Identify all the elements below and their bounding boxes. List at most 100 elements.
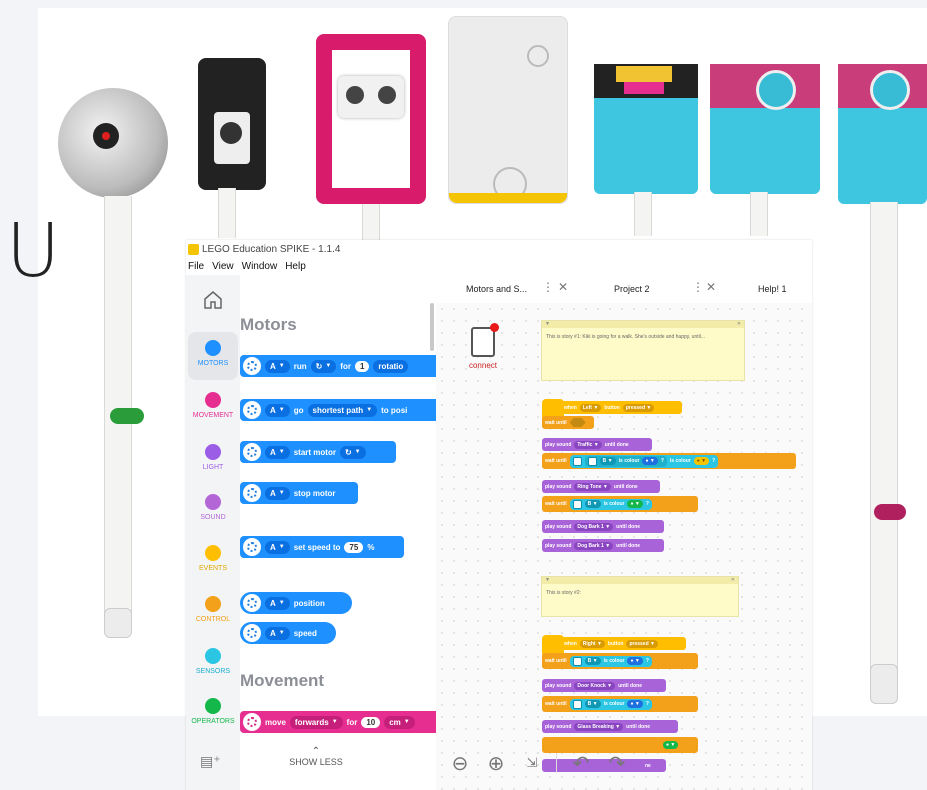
colour-dropdown[interactable]: ● ▼ — [627, 700, 643, 708]
menu-window[interactable]: Window — [242, 261, 278, 272]
play-sound-block[interactable]: play sound Dog Bark 1 ▼ until done — [542, 520, 664, 533]
category-sound[interactable]: SOUND — [186, 486, 240, 534]
port-dropdown[interactable]: A ▼ — [265, 403, 290, 417]
menu-help[interactable]: Help — [285, 261, 306, 272]
sensor-condition[interactable]: B ▼ is colour ● ▼ ? — [569, 655, 652, 667]
set-speed-block[interactable]: A ▼ set speed to 75 % — [240, 536, 404, 558]
wait-until-block[interactable]: wait until B ▼ is colour ● ▼ ? is colour… — [542, 453, 796, 469]
port-dropdown[interactable]: A ▼ — [265, 359, 290, 373]
close-icon[interactable]: ✕ — [558, 280, 568, 294]
show-less-button[interactable]: ⌃ SHOW LESS — [276, 746, 356, 767]
palette-scrollbar[interactable] — [430, 303, 434, 351]
category-light[interactable]: LIGHT — [186, 436, 240, 484]
colour-dropdown[interactable]: ● ▼ — [627, 657, 643, 665]
direction-dropdown[interactable]: forwards ▼ — [289, 715, 343, 729]
close-icon[interactable]: ✕ — [706, 280, 716, 294]
port-dropdown[interactable]: A ▼ — [265, 540, 290, 554]
sensor-condition[interactable]: B ▼ is colour ● ▼ ? — [569, 698, 652, 710]
port-value: B — [602, 458, 607, 464]
zoom-out-icon[interactable]: ⊖ — [448, 751, 472, 776]
add-extension-icon[interactable]: ▤⁺ — [200, 753, 221, 769]
position-reporter-block[interactable]: A ▼ position — [240, 592, 352, 614]
sound-dropdown[interactable]: Ring Tone ▼ — [574, 482, 611, 491]
tab-motors-and-s[interactable]: Motors and S... — [466, 284, 527, 294]
direction-dropdown[interactable]: ↻ ▼ — [339, 445, 366, 459]
play-sound-block[interactable]: play sound Door Knock ▼ until done — [542, 679, 666, 692]
sensor-condition[interactable]: B ▼ is colour ● ▼ ? — [584, 455, 667, 467]
port-dropdown[interactable]: A ▼ — [265, 596, 290, 610]
port-dropdown[interactable]: A ▼ — [265, 626, 290, 640]
wait-until-block[interactable]: wait until B ▼ is colour ● ▼ ? — [542, 496, 698, 512]
tab-menu-icon[interactable]: ⋮ — [542, 280, 554, 294]
sound-dropdown[interactable]: Glass Breaking ▼ — [574, 722, 624, 731]
speed-input[interactable]: 75 — [344, 541, 364, 553]
close-icon[interactable]: ✕ — [731, 577, 735, 584]
sound-dropdown[interactable]: Traffic ▼ — [574, 440, 602, 449]
colour-dropdown[interactable]: ● ▼ — [627, 500, 643, 508]
collapse-icon[interactable]: ▼ — [545, 577, 550, 584]
button-dropdown[interactable]: Left ▼ — [579, 403, 602, 412]
unit-dropdown[interactable]: cm ▼ — [384, 715, 415, 729]
zoom-in-icon[interactable]: ⊕ — [484, 751, 508, 776]
rotation-input[interactable]: 1 — [354, 360, 370, 372]
category-motors[interactable]: MOTORS — [188, 332, 238, 380]
run-motor-block[interactable]: A ▼ run ↻ ▼ for 1 rotatio — [240, 355, 436, 377]
colour-dropdown[interactable]: ● ▼ — [642, 457, 658, 465]
home-icon[interactable] — [202, 289, 224, 311]
port-dropdown[interactable]: B ▼ — [584, 700, 601, 708]
center-icon[interactable]: ⇲ — [520, 755, 544, 771]
distance-input[interactable]: 10 — [361, 716, 381, 728]
sound-dropdown[interactable]: Dog Bark 1 ▼ — [574, 522, 614, 531]
sensor-condition[interactable]: B ▼ is colour ● ▼ ? — [569, 498, 652, 510]
block-text: to posi — [381, 405, 408, 415]
undo-icon[interactable]: ↶ — [569, 751, 593, 776]
close-icon[interactable]: ✕ — [737, 321, 741, 328]
colour-dropdown[interactable]: ● ▼ — [693, 457, 710, 465]
event-dropdown[interactable]: pressed ▼ — [626, 639, 658, 648]
connect-button[interactable]: connect — [460, 323, 506, 370]
play-sound-block[interactable]: play sound Traffic ▼ until done — [542, 438, 652, 451]
collapse-icon[interactable]: ▼ — [545, 321, 550, 328]
port-dropdown[interactable]: B ▼ — [584, 500, 601, 508]
comment-note-1[interactable]: ▼ ✕ This is story #1: Kiki is going for a… — [541, 320, 745, 381]
wait-until-block[interactable]: wait until B ▼ is colour ● ▼ ? — [542, 696, 698, 712]
port-dropdown[interactable]: B ▼ — [584, 657, 601, 665]
tab-menu-icon[interactable]: ⋮ — [692, 280, 704, 294]
menu-file[interactable]: File — [188, 261, 204, 272]
when-button-pressed-block[interactable]: when Right ▼ button pressed ▼ — [542, 637, 686, 650]
play-sound-block[interactable]: play sound Ring Tone ▼ until done — [542, 480, 660, 493]
category-sensors[interactable]: SENSORS — [186, 640, 240, 688]
sound-dropdown[interactable]: Dog Bark 1 ▼ — [574, 541, 614, 550]
path-dropdown[interactable]: shortest path ▼ — [307, 403, 378, 417]
sound-dropdown[interactable]: Door Knock ▼ — [574, 681, 616, 690]
unit-dropdown[interactable]: rotatio — [373, 359, 409, 373]
play-sound-block[interactable]: play sound Dog Bark 1 ▼ until done — [542, 539, 664, 552]
wait-until-block[interactable]: wait until — [542, 416, 594, 429]
redo-icon[interactable]: ↷ — [605, 751, 629, 776]
port-dropdown[interactable]: A ▼ — [265, 486, 290, 500]
when-button-pressed-block[interactable]: when Left ▼ button pressed ▼ — [542, 401, 682, 414]
category-movement[interactable]: MOVEMENT — [186, 384, 240, 432]
button-dropdown[interactable]: Right ▼ — [579, 639, 605, 648]
speed-reporter-block[interactable]: A ▼ speed — [240, 622, 336, 644]
event-dropdown[interactable]: pressed ▼ — [622, 403, 655, 412]
menu-view[interactable]: View — [212, 261, 234, 272]
move-block[interactable]: move forwards ▼ for 10 cm ▼ — [240, 711, 436, 733]
sensor-condition[interactable]: B ▼ is colour ● ▼ ? is colour ● ▼ ? — [569, 454, 719, 468]
category-operators[interactable]: OPERATORS — [186, 690, 240, 738]
comment-note-2[interactable]: ▼ ✕ This is story #2: — [541, 576, 739, 617]
start-motor-block[interactable]: A ▼ start motor ↻ ▼ — [240, 441, 396, 463]
category-events[interactable]: EVENTS — [186, 537, 240, 585]
port-dropdown[interactable]: A ▼ — [265, 445, 290, 459]
move-icon — [243, 713, 261, 731]
play-sound-block[interactable]: play sound Glass Breaking ▼ until done — [542, 720, 678, 733]
stop-motor-block[interactable]: A ▼ stop motor — [240, 482, 358, 504]
wait-until-block[interactable]: wait until B ▼ is colour ● ▼ ? — [542, 653, 698, 669]
tab-help[interactable]: Help! 1 — [758, 284, 787, 294]
category-control[interactable]: CONTROL — [186, 588, 240, 636]
port-dropdown[interactable]: B ▼ — [599, 457, 616, 465]
direction-dropdown[interactable]: ↻ ▼ — [310, 359, 337, 373]
tab-project-2[interactable]: Project 2 — [614, 284, 650, 294]
coding-canvas[interactable]: connect ▼ ✕ This is story #1: Kiki is goi… — [436, 303, 812, 790]
go-to-position-block[interactable]: A ▼ go shortest path ▼ to posi — [240, 399, 436, 421]
